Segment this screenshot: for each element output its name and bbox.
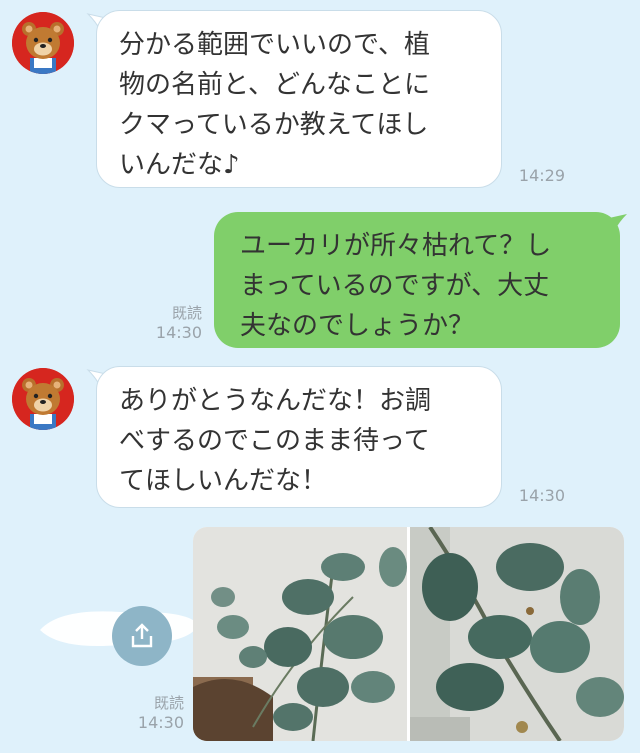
read-receipt: 既読 [171,304,202,322]
message-bubble-incoming[interactable]: 分かる範囲でいいので、植 物の名前と、どんなことに クマっているか教えてほし い… [96,10,502,188]
message-time: 14:29 [505,166,565,185]
read-receipt: 既読 [153,694,184,712]
time-label: 14:30 [518,486,565,505]
time-label: 14:30 [137,713,184,732]
chat-view: 分かる範囲でいいので、植 物の名前と、どんなことに クマっているか教えてほし い… [0,0,640,753]
eucalyptus-photo-2[interactable] [410,527,624,741]
eucalyptus-photo-1[interactable] [193,527,407,741]
share-button[interactable] [112,606,172,666]
message-bubble-outgoing[interactable]: ユーカリが所々枯れて？し まっているのですが、大丈 夫なのでしょうか？ [214,212,620,348]
share-icon [131,623,153,648]
bubble-tail [609,214,627,230]
message-meta: 既読 14:30 [140,304,202,342]
message-bubble-incoming[interactable]: ありがとうなんだな！お調 べするのでこのまま待って てほしいんだな！ [96,366,502,508]
time-label: 14:29 [518,166,565,185]
bear-avatar-icon[interactable] [12,368,74,430]
message-meta: 既読 14:30 [118,694,184,732]
message-time: 14:30 [505,486,565,505]
time-label: 14:30 [155,323,202,342]
bear-avatar-icon[interactable] [12,12,74,74]
photo-attachment-group[interactable] [193,527,624,741]
